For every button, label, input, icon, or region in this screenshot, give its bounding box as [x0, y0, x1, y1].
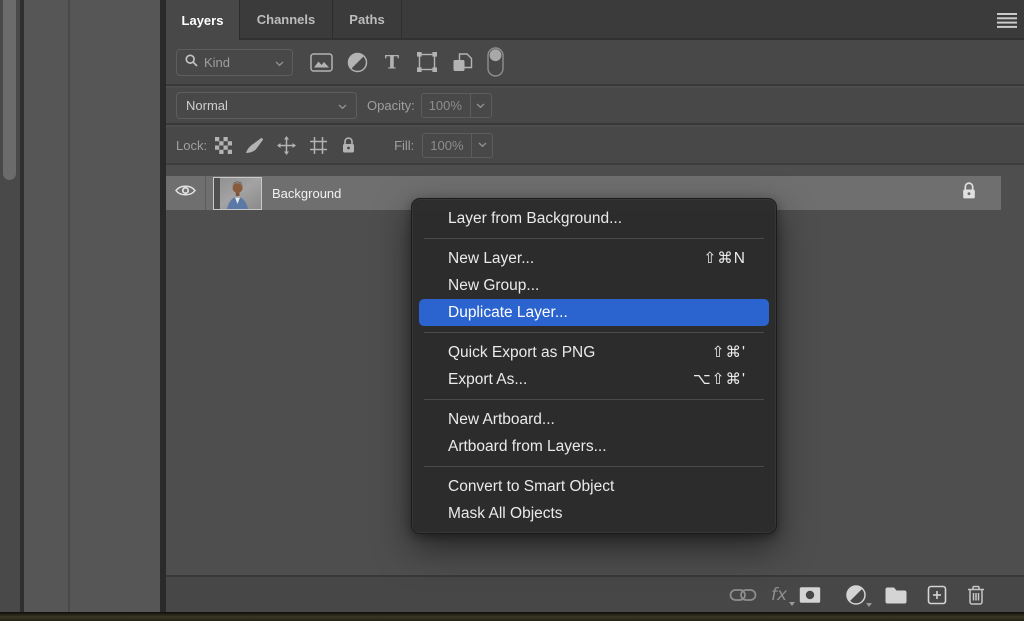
tab-paths-label: Paths: [349, 12, 384, 27]
new-adjustment-layer-button[interactable]: [846, 584, 867, 605]
layer-visibility-toggle[interactable]: [166, 176, 206, 210]
chevron-down-icon[interactable]: [470, 94, 491, 117]
blend-mode-dropdown[interactable]: Normal: [176, 92, 357, 119]
menu-item-mask-all-objects[interactable]: Mask All Objects: [419, 500, 769, 527]
menu-item-new-group[interactable]: New Group...: [419, 272, 769, 299]
link-layers-button[interactable]: [730, 588, 757, 601]
tab-layers-label: Layers: [182, 13, 224, 28]
layer-thumbnail[interactable]: [213, 177, 262, 210]
filter-kind-value: Kind: [204, 55, 230, 70]
filter-type-buttons: T: [310, 47, 504, 77]
add-layer-mask-button[interactable]: [799, 586, 821, 603]
blend-mode-row: Normal Opacity: 100%: [166, 88, 1024, 125]
left-scrollbar-track: [0, 0, 20, 612]
menu-separator: [424, 238, 764, 239]
photoshop-layers-panel-screenshot: Layers Channels Paths Kind: [0, 0, 1024, 621]
locked-badge-icon: [961, 181, 977, 205]
chevron-down-icon: [275, 55, 284, 70]
fx-icon: fx: [771, 585, 787, 605]
fill-label: Fill:: [394, 138, 414, 153]
new-layer-button[interactable]: [928, 585, 947, 604]
svg-text:T: T: [385, 52, 399, 72]
adjacent-panel-area: [24, 0, 160, 612]
layers-context-menu: Layer from Background... New Layer... ⇧⌘…: [411, 198, 777, 534]
fx-dropdown-arrow-icon: [789, 602, 795, 606]
chevron-down-icon: [338, 98, 347, 113]
panel-menu-button[interactable]: [997, 13, 1017, 28]
adjustment-dropdown-arrow-icon: [866, 603, 872, 607]
smart-object-layers-filter-button[interactable]: [452, 52, 473, 73]
shape-layers-filter-button[interactable]: [416, 51, 438, 73]
fill-value: 100%: [423, 138, 471, 153]
lock-image-brush-icon[interactable]: [245, 137, 264, 154]
menu-item-new-artboard[interactable]: New Artboard...: [419, 406, 769, 433]
menu-item-artboard-from-layers[interactable]: Artboard from Layers...: [419, 433, 769, 460]
filter-kind-dropdown[interactable]: Kind: [176, 49, 293, 76]
opacity-value: 100%: [422, 98, 470, 113]
menu-item-convert-to-smart-object[interactable]: Convert to Smart Object: [419, 473, 769, 500]
menu-item-new-layer[interactable]: New Layer... ⇧⌘N: [419, 245, 769, 272]
tab-paths[interactable]: Paths: [333, 0, 402, 38]
lock-all-icon[interactable]: [341, 136, 356, 154]
menu-separator: [424, 399, 764, 400]
lock-label: Lock:: [176, 138, 207, 153]
filter-toggle-switch[interactable]: [487, 47, 504, 77]
layer-name: Background: [272, 186, 341, 201]
type-layers-filter-button[interactable]: T: [382, 52, 402, 72]
fill-input[interactable]: 100%: [422, 133, 493, 158]
panel-menu-icon: [997, 15, 1017, 32]
lock-row: Lock: Fill: 100%: [166, 127, 1024, 165]
tab-layers[interactable]: Layers: [166, 0, 240, 40]
menu-item-duplicate-layer[interactable]: Duplicate Layer...: [419, 299, 769, 326]
lock-position-move-icon[interactable]: [277, 136, 296, 155]
new-group-button[interactable]: [885, 586, 908, 603]
blend-mode-value: Normal: [186, 98, 228, 113]
search-icon: [185, 54, 198, 70]
lock-artboard-icon[interactable]: [309, 136, 328, 155]
filter-row: Kind T: [166, 40, 1024, 86]
tab-channels-label: Channels: [257, 12, 316, 27]
layers-bottom-toolbar: fx: [166, 575, 1024, 612]
menu-item-layer-from-background[interactable]: Layer from Background...: [419, 205, 769, 232]
lock-buttons: [215, 136, 356, 155]
layer-style-fx-button[interactable]: fx: [771, 585, 787, 605]
chevron-down-icon[interactable]: [471, 134, 492, 157]
scrollbar-thumb[interactable]: [3, 0, 16, 180]
menu-item-quick-export-as-png[interactable]: Quick Export as PNG ⇧⌘': [419, 339, 769, 366]
menu-separator: [424, 332, 764, 333]
panel-edge-line: [68, 0, 70, 612]
opacity-input[interactable]: 100%: [421, 93, 492, 118]
tab-channels[interactable]: Channels: [240, 0, 333, 38]
lock-transparency-icon[interactable]: [215, 137, 232, 154]
visibility-eye-icon: [175, 184, 196, 202]
opacity-label: Opacity:: [367, 98, 415, 113]
image-layers-filter-button[interactable]: [310, 53, 333, 72]
menu-separator: [424, 466, 764, 467]
delete-layer-button[interactable]: [967, 585, 985, 605]
desktop-edge-sliver: [0, 612, 1024, 621]
menu-item-export-as[interactable]: Export As... ⌥⇧⌘': [419, 366, 769, 393]
adjustment-layers-filter-button[interactable]: [347, 52, 368, 73]
